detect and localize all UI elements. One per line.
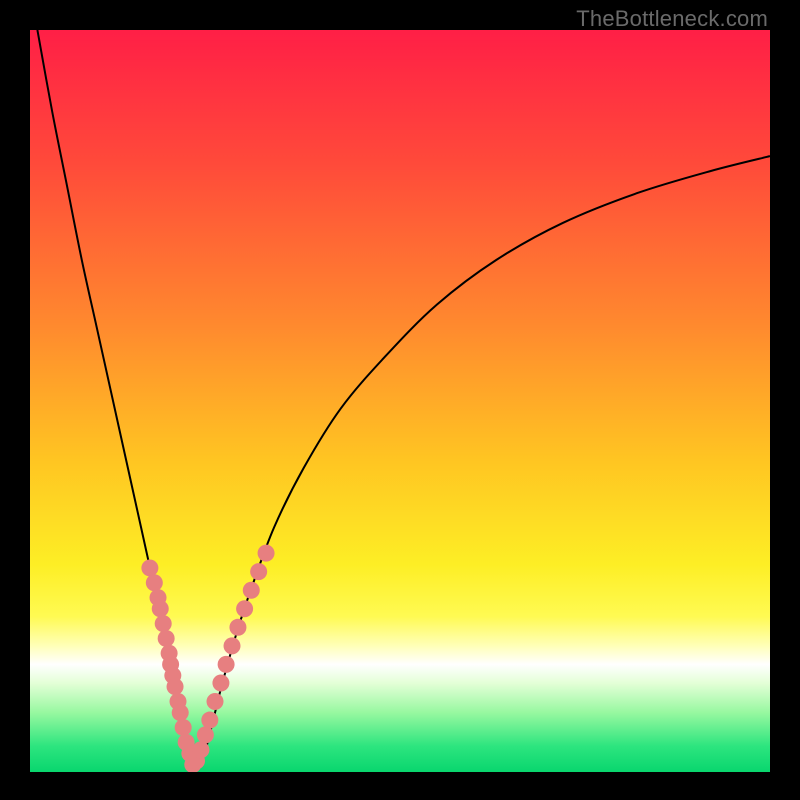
sample-marker: [236, 600, 253, 617]
sample-marker: [158, 630, 175, 647]
sample-marker: [207, 693, 224, 710]
sample-marker: [250, 563, 267, 580]
sample-marker: [152, 600, 169, 617]
sample-marker: [243, 582, 260, 599]
sample-marker: [229, 619, 246, 636]
sample-marker: [192, 741, 209, 758]
sample-marker: [201, 712, 218, 729]
sample-marker: [212, 674, 229, 691]
chart-frame: TheBottleneck.com: [0, 0, 800, 800]
sample-marker: [197, 726, 214, 743]
sample-marker: [258, 545, 275, 562]
sample-marker: [224, 637, 241, 654]
sample-marker: [146, 574, 163, 591]
sample-marker: [155, 615, 172, 632]
sample-marker: [167, 678, 184, 695]
plot-area: [30, 30, 770, 772]
attribution-label: TheBottleneck.com: [576, 6, 768, 32]
bottleneck-chart: [30, 30, 770, 772]
gradient-background: [30, 30, 770, 772]
sample-marker: [141, 559, 158, 576]
sample-marker: [218, 656, 235, 673]
sample-marker: [175, 719, 192, 736]
sample-marker: [172, 704, 189, 721]
